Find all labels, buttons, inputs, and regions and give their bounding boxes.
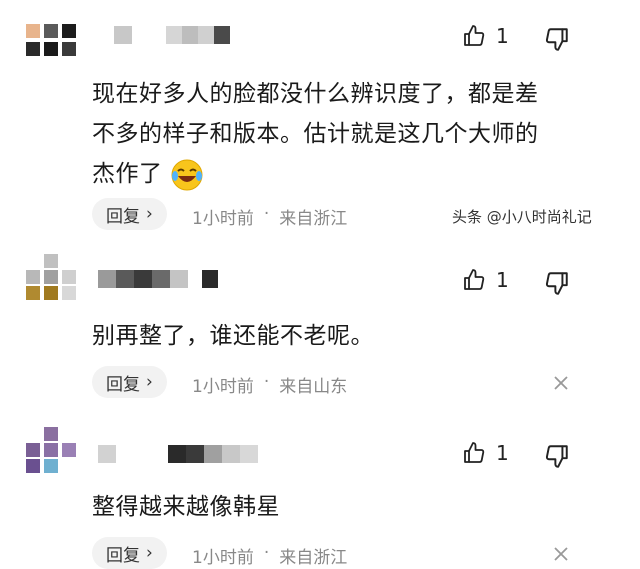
like-count: 1 [496, 24, 509, 48]
like-button[interactable]: 1 [462, 268, 509, 292]
meta-separator: · [263, 372, 270, 392]
comment-time: 1小时前 [192, 377, 254, 397]
like-button[interactable]: 1 [462, 24, 509, 48]
comment-item: 1 整得越来越像韩星 回复 › 1小时前 · 来自浙江 [0, 415, 640, 569]
thumbs-up-icon [464, 442, 485, 463]
reply-label: 回复 [106, 374, 140, 395]
reply-button[interactable]: 回复 › [92, 198, 167, 230]
meta-separator: · [263, 204, 270, 224]
comment-time: 1小时前 [192, 209, 254, 229]
comment-item: 1 别再整了，谁还能不老呢。 回复 › 1小时前 · 来自山东 [0, 240, 640, 415]
reply-button[interactable]: 回复 › [92, 537, 167, 569]
comment-location: 来自浙江 [279, 548, 348, 568]
thumbs-up-icon [464, 25, 485, 46]
comment-line-text: 杰作了 [92, 161, 163, 187]
comment-time: 1小时前 [192, 548, 254, 568]
chevron-right-icon: › [146, 204, 153, 224]
reply-button[interactable]: 回复 › [92, 366, 167, 398]
comment-item: 1 现在好多人的脸都没什么辨识度了，都是差 不多的样子和版本。估计就是这几个大师… [0, 0, 640, 240]
reply-label: 回复 [106, 206, 140, 227]
thumbs-down-icon[interactable] [544, 26, 570, 52]
comment-location: 来自山东 [279, 377, 348, 397]
comment-meta: 1小时前 · 来自浙江 [192, 204, 347, 229]
like-count: 1 [496, 268, 509, 292]
avatar[interactable] [26, 427, 82, 473]
reply-label: 回复 [106, 545, 140, 566]
username-mosaic[interactable] [98, 270, 218, 290]
thumbs-down-icon[interactable] [544, 443, 570, 469]
like-count: 1 [496, 441, 509, 465]
thumbs-down-icon[interactable] [544, 270, 570, 296]
comment-meta: 1小时前 · 来自浙江 [192, 543, 347, 568]
laughing-crying-emoji-icon [171, 159, 203, 190]
like-button[interactable]: 1 [462, 441, 509, 465]
comment-text: 现在好多人的脸都没什么辨识度了，都是差 不多的样子和版本。估计就是这几个大师的 … [92, 74, 572, 194]
watermark: 头条 @小八时尚礼记 [452, 208, 592, 226]
avatar[interactable] [26, 24, 82, 64]
username-mosaic[interactable] [98, 445, 258, 465]
comment-line: 整得越来越像韩星 [92, 494, 280, 520]
comment-line: 杰作了 [92, 154, 572, 194]
comment-line: 不多的样子和版本。估计就是这几个大师的 [92, 121, 539, 147]
thumbs-up-icon [464, 269, 485, 290]
avatar[interactable] [26, 254, 82, 300]
username-mosaic[interactable] [114, 26, 230, 46]
comment-line: 别再整了，谁还能不老呢。 [92, 323, 374, 349]
comment-meta: 1小时前 · 来自山东 [192, 372, 347, 397]
close-icon[interactable] [552, 545, 570, 563]
comment-text: 别再整了，谁还能不老呢。 [92, 316, 572, 356]
comment-location: 来自浙江 [279, 209, 348, 229]
meta-separator: · [263, 543, 270, 563]
chevron-right-icon: › [146, 543, 153, 563]
comment-line: 现在好多人的脸都没什么辨识度了，都是差 [92, 81, 539, 107]
close-icon[interactable] [552, 374, 570, 392]
comment-text: 整得越来越像韩星 [92, 487, 572, 527]
chevron-right-icon: › [146, 372, 153, 392]
